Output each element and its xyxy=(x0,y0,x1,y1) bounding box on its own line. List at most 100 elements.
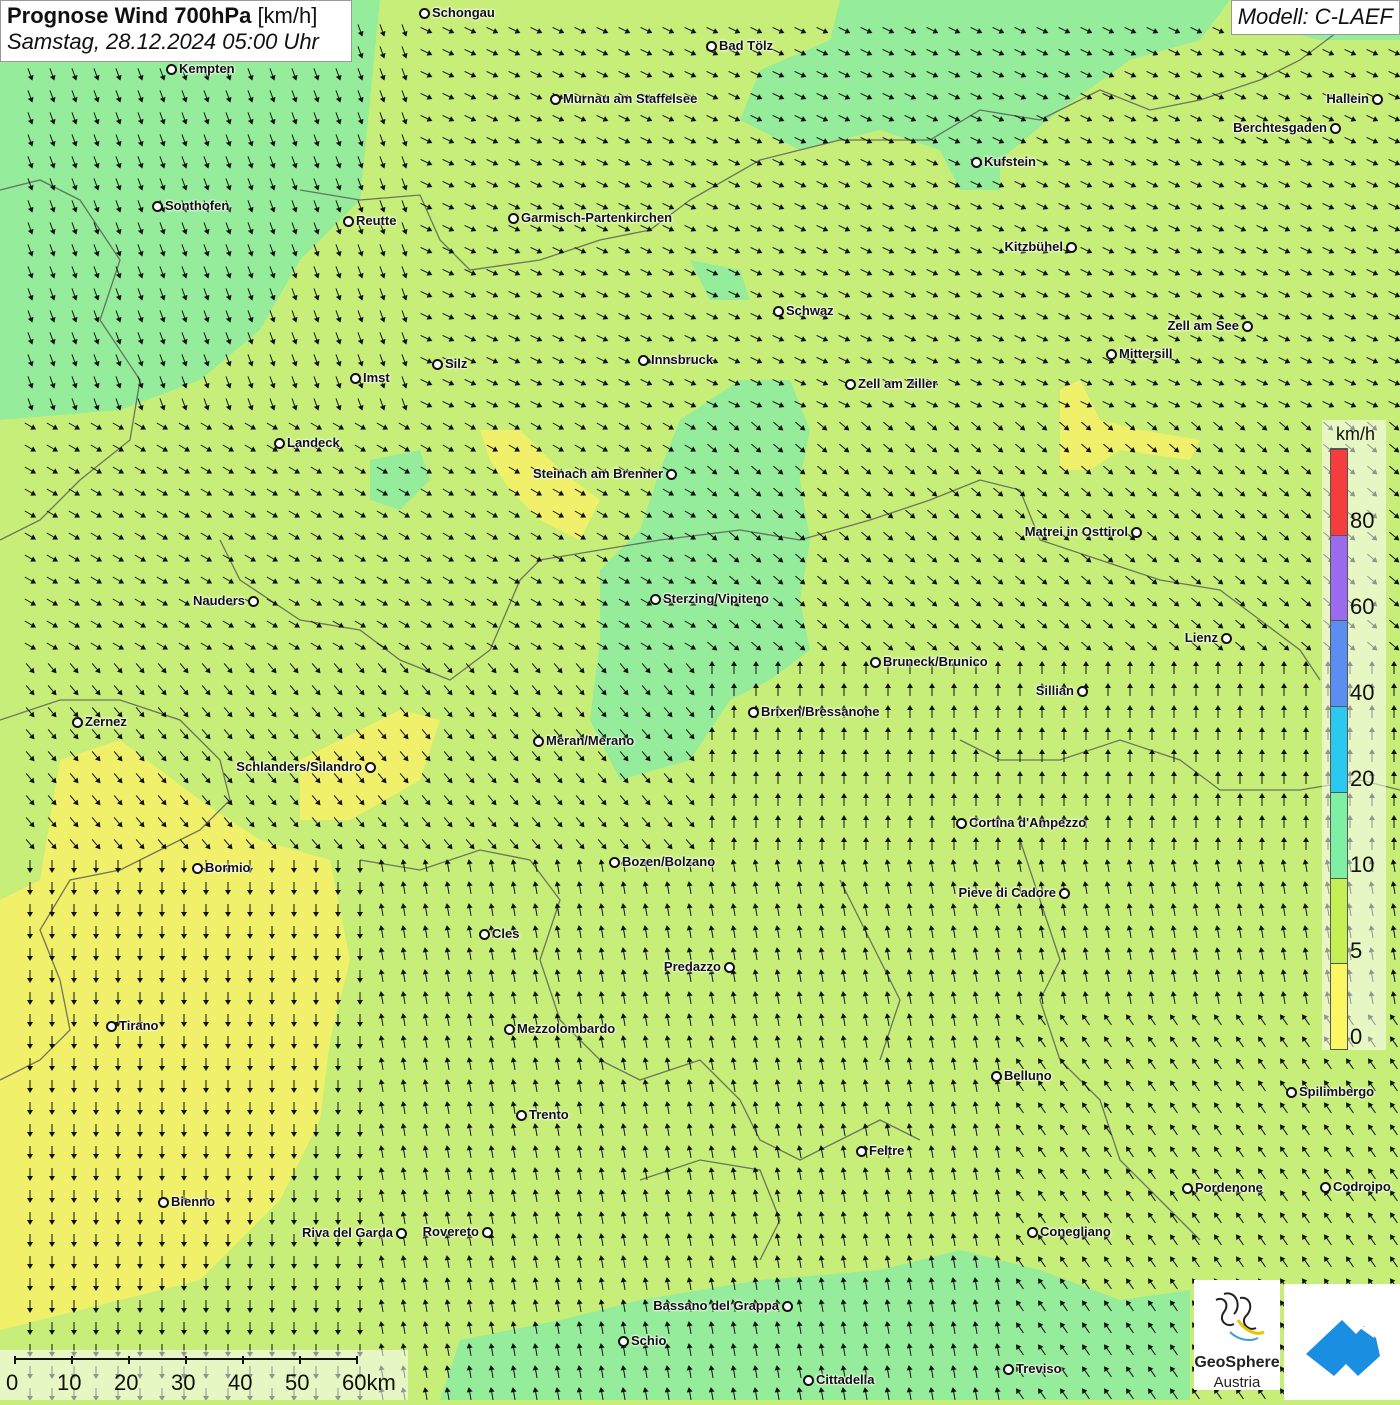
scale-tick xyxy=(299,1356,301,1364)
scale-tick xyxy=(128,1356,130,1364)
city-marker[interactable] xyxy=(516,1110,527,1121)
city-marker[interactable] xyxy=(609,857,620,868)
city-label: Conegliano xyxy=(1040,1224,1111,1239)
city-marker[interactable] xyxy=(638,355,649,366)
city-label: Silz xyxy=(445,356,468,371)
city-label: Spilimbergo xyxy=(1299,1084,1375,1099)
city-marker[interactable] xyxy=(479,929,490,940)
city-marker[interactable] xyxy=(666,469,677,480)
city-marker[interactable] xyxy=(158,1197,169,1208)
city-label: Bassano del Grappa xyxy=(653,1298,779,1313)
legend-unit: km/h xyxy=(1336,424,1376,444)
city-marker[interactable] xyxy=(350,373,361,384)
map-title-unit: [km/h] xyxy=(257,3,318,28)
city-marker[interactable] xyxy=(956,818,967,829)
city-marker[interactable] xyxy=(724,962,735,973)
city-marker[interactable] xyxy=(1286,1087,1297,1098)
city-label: Innsbruck xyxy=(651,352,714,367)
city-label: Riva del Garda xyxy=(301,1225,393,1240)
city-label: Matrei in Osttirol xyxy=(1024,524,1128,539)
scale-tick xyxy=(14,1356,16,1364)
city-marker[interactable] xyxy=(248,596,259,607)
city-marker[interactable] xyxy=(152,201,163,212)
city-marker[interactable] xyxy=(971,157,982,168)
city-marker[interactable] xyxy=(1372,94,1383,105)
city-marker[interactable] xyxy=(845,379,856,390)
city-marker[interactable] xyxy=(106,1021,117,1032)
city-marker[interactable] xyxy=(618,1336,629,1347)
city-label: Kempten xyxy=(179,61,235,76)
city-label: Landeck xyxy=(287,435,340,450)
city-marker[interactable] xyxy=(650,594,661,605)
scale-label: 20 xyxy=(114,1370,139,1395)
city-label: Murnau am Staffelsee xyxy=(563,91,698,106)
scale-tick xyxy=(356,1356,358,1364)
legend-label: 40 xyxy=(1350,680,1375,705)
city-label: Schio xyxy=(631,1333,667,1348)
scale-label: 10 xyxy=(57,1370,82,1395)
city-label: Bormio xyxy=(205,860,251,875)
city-label: Cles xyxy=(492,926,520,941)
city-label: Rovereto xyxy=(422,1224,479,1239)
legend-color-segment xyxy=(1331,877,1347,964)
city-label: Predazzo xyxy=(663,959,721,974)
city-marker[interactable] xyxy=(508,213,519,224)
city-label: Schwaz xyxy=(786,303,834,318)
city-label: Pordenone xyxy=(1195,1180,1263,1195)
city-marker[interactable] xyxy=(1106,349,1117,360)
city-label: Reutte xyxy=(356,213,397,228)
city-label: Trento xyxy=(529,1107,569,1122)
city-marker[interactable] xyxy=(706,41,717,52)
city-label: Zernez xyxy=(85,714,127,729)
city-marker[interactable] xyxy=(1330,123,1341,134)
city-marker[interactable] xyxy=(1221,633,1232,644)
city-marker[interactable] xyxy=(1066,242,1077,253)
city-label: Kufstein xyxy=(984,154,1036,169)
city-marker[interactable] xyxy=(72,717,83,728)
map-datetime: Samstag, 28.12.2024 05:00 Uhr xyxy=(7,29,319,54)
city-label: Schlanders/Silandro xyxy=(236,759,362,774)
city-marker[interactable] xyxy=(419,8,430,19)
city-marker[interactable] xyxy=(1131,527,1142,538)
city-marker[interactable] xyxy=(274,438,285,449)
city-marker[interactable] xyxy=(856,1146,867,1157)
scale-tick xyxy=(185,1356,187,1364)
city-marker[interactable] xyxy=(1242,321,1253,332)
city-label: Zell am See xyxy=(1167,318,1239,333)
city-label: Tirano xyxy=(119,1018,159,1033)
city-marker[interactable] xyxy=(192,863,203,874)
legend-color-segment xyxy=(1331,449,1347,535)
city-label: Mittersill xyxy=(1119,346,1173,361)
city-marker[interactable] xyxy=(1320,1182,1331,1193)
city-marker[interactable] xyxy=(773,306,784,317)
city-label: Codroipo xyxy=(1333,1179,1391,1194)
city-label: Treviso xyxy=(1016,1361,1062,1376)
city-marker[interactable] xyxy=(533,736,544,747)
city-marker[interactable] xyxy=(748,707,759,718)
city-marker[interactable] xyxy=(482,1227,493,1238)
city-marker[interactable] xyxy=(782,1301,793,1312)
city-marker[interactable] xyxy=(166,64,177,75)
weather-app-icon xyxy=(1306,1320,1380,1376)
city-marker[interactable] xyxy=(991,1071,1002,1082)
legend-label: 60 xyxy=(1350,594,1375,619)
city-marker[interactable] xyxy=(343,216,354,227)
city-marker[interactable] xyxy=(396,1228,407,1239)
weather-app-logo[interactable] xyxy=(1284,1284,1400,1400)
city-marker[interactable] xyxy=(1182,1183,1193,1194)
city-marker[interactable] xyxy=(1027,1227,1038,1238)
city-marker[interactable] xyxy=(1077,686,1088,697)
legend-color-segment xyxy=(1331,706,1347,792)
city-marker[interactable] xyxy=(432,359,443,370)
geosphere-logo-text: GeoSphere xyxy=(1194,1354,1280,1371)
city-marker[interactable] xyxy=(504,1024,515,1035)
city-marker[interactable] xyxy=(803,1375,814,1386)
legend-color-segment xyxy=(1331,534,1347,621)
city-label: Brixen/Bressanone xyxy=(761,704,880,719)
city-marker[interactable] xyxy=(1059,888,1070,899)
city-marker[interactable] xyxy=(550,94,561,105)
city-marker[interactable] xyxy=(365,762,376,773)
city-marker[interactable] xyxy=(870,657,881,668)
scale-label: 60km xyxy=(342,1370,396,1395)
city-marker[interactable] xyxy=(1003,1364,1014,1375)
